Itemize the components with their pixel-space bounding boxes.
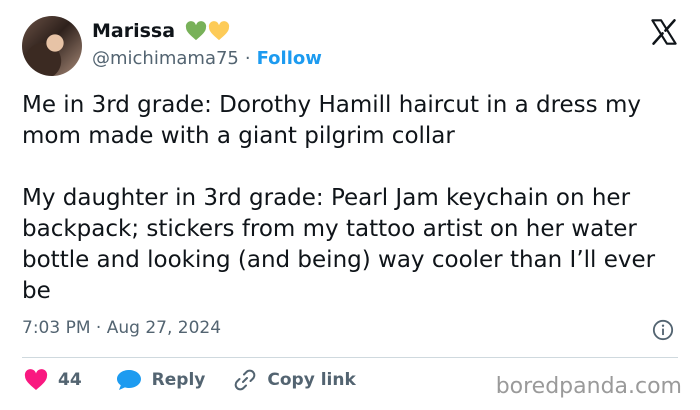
avatar[interactable] [22, 16, 82, 76]
like-count: 44 [58, 370, 82, 390]
author-handle[interactable]: @michimama75 [92, 48, 239, 69]
name-emoji [185, 21, 230, 41]
handle-separator: · [244, 48, 251, 69]
timestamp-separator: · [95, 318, 102, 338]
like-button[interactable]: 44 [24, 369, 82, 391]
reply-label: Reply [151, 370, 206, 390]
tweet-date: Aug 27, 2024 [106, 318, 222, 338]
reply-button[interactable]: Reply [116, 369, 206, 391]
copy-link-button[interactable]: Copy link [233, 368, 356, 392]
handle-row: @michimama75 · Follow [92, 48, 322, 69]
x-logo-icon[interactable] [650, 18, 678, 46]
heart-icon [24, 369, 48, 390]
follow-button[interactable]: Follow [257, 48, 322, 69]
author-name-row: Marissa [92, 20, 230, 42]
yellow-heart-icon [208, 21, 230, 41]
watermark: boredpanda.com [495, 374, 682, 399]
action-bar: 44 Reply Copy link [24, 368, 356, 392]
tweet-time: 7:03 PM [22, 318, 91, 338]
tweet-text: Me in 3rd grade: Dorothy Hamill haircut … [22, 92, 656, 304]
tweet-timestamp[interactable]: 7:03 PM · Aug 27, 2024 [22, 318, 221, 338]
link-icon [235, 369, 256, 391]
copy-link-label: Copy link [267, 370, 356, 390]
reply-bubble-icon [116, 370, 141, 390]
divider [22, 357, 678, 358]
green-heart-icon [185, 21, 207, 41]
info-icon[interactable] [652, 319, 674, 341]
author-name[interactable]: Marissa [92, 20, 175, 42]
